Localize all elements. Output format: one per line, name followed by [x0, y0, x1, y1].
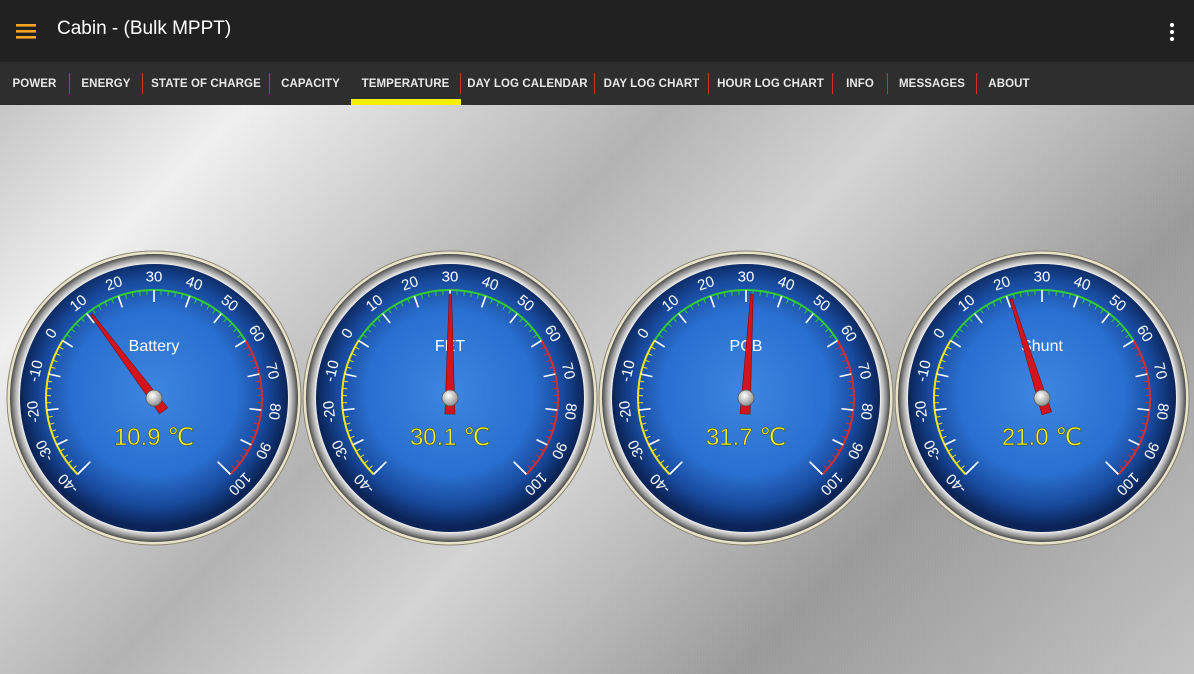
- gauge-dial: -40-30-20-100102030405060708090100FET30.…: [302, 250, 598, 546]
- needle-hub: [441, 389, 459, 407]
- gauge-value: 31.7 ℃: [706, 424, 786, 451]
- scale-tick: [731, 290, 733, 296]
- gauge-value: 30.1 ℃: [410, 424, 490, 451]
- tab-energy[interactable]: ENERGY: [70, 62, 142, 105]
- tick-label: 80: [1153, 402, 1172, 420]
- scale-tick: [463, 290, 465, 296]
- tick-label: 80: [265, 402, 284, 420]
- scale-tick: [1055, 290, 1057, 296]
- hamburger-menu-icon[interactable]: [14, 20, 40, 42]
- app-window: Cabin - (Bulk MPPT) POWER ENERGY STATE O…: [0, 0, 1194, 674]
- tick-label: -20: [320, 400, 339, 423]
- tab-messages[interactable]: MESSAGES: [888, 62, 976, 105]
- gauge-pcb: -40-30-20-100102030405060708090100PCB31.…: [597, 249, 895, 547]
- gauge-value: 21.0 ℃: [1002, 424, 1082, 451]
- tab-day-log-calendar[interactable]: DAY LOG CALENDAR: [461, 62, 594, 105]
- gauge-panel: -40 -30 -20 -10 0 10 20 30 40 50 60 70 80 90 100 Batter…: [0, 105, 1194, 674]
- tab-day-log-chart[interactable]: DAY LOG CHART: [595, 62, 708, 105]
- tab-power[interactable]: POWER: [0, 62, 69, 105]
- needle-hub: [737, 389, 755, 407]
- needle-hub: [145, 389, 163, 407]
- scale-tick: [759, 290, 761, 296]
- tab-about[interactable]: ABOUT: [977, 62, 1041, 105]
- tab-capacity[interactable]: CAPACITY: [270, 62, 351, 105]
- tick-label: 30: [146, 269, 163, 286]
- scale-tick: [167, 290, 169, 296]
- app-title: Cabin - (Bulk MPPT): [57, 18, 232, 39]
- app-bar: Cabin - (Bulk MPPT): [0, 0, 1194, 62]
- tick-label: -20: [912, 400, 931, 423]
- gauge-dial: -40-30-20-100102030405060708090100PCB31.…: [598, 250, 894, 546]
- tab-info[interactable]: INFO: [833, 62, 887, 105]
- tick-label: 80: [561, 402, 580, 420]
- tab-state-of-charge[interactable]: STATE OF CHARGE: [143, 62, 269, 105]
- tick-label: -20: [616, 400, 635, 423]
- scale-tick: [139, 290, 141, 296]
- tick-label: 30: [1034, 269, 1051, 286]
- tab-hour-log-chart[interactable]: HOUR LOG CHART: [709, 62, 832, 105]
- gauge-shunt: -40 -30 -20 -10 0 10 20 30 40 50 60 70 80 90 100 Shunt 2…: [893, 249, 1191, 547]
- scale-tick: [1027, 290, 1029, 296]
- tick-label: 30: [738, 269, 755, 286]
- gauge-dial: -40-30-20-1001020 30 405060708090100Batter…: [6, 250, 302, 546]
- gauge-battery: -40 -30 -20 -10 0 10 20 30 40 50 60 70 80 90 100 Batter…: [5, 249, 303, 547]
- more-vert-icon[interactable]: [1158, 18, 1186, 46]
- gauge-dial: -40-30-20-1001020 30 405060708090100Shunt2…: [894, 250, 1190, 546]
- tick-label: 80: [857, 402, 876, 420]
- tab-bar: POWER ENERGY STATE OF CHARGE CAPACITY TE…: [0, 62, 1194, 106]
- scale-tick: [435, 290, 437, 296]
- gauge-label: Battery: [129, 338, 180, 355]
- needle-hub: [1033, 389, 1051, 407]
- gauge-value: 10.9 ℃: [114, 424, 194, 451]
- tick-label: 30: [442, 269, 459, 286]
- tick-label: -20: [24, 400, 43, 423]
- gauge-fet: -40-30-20-100102030405060708090100FET30.…: [301, 249, 599, 547]
